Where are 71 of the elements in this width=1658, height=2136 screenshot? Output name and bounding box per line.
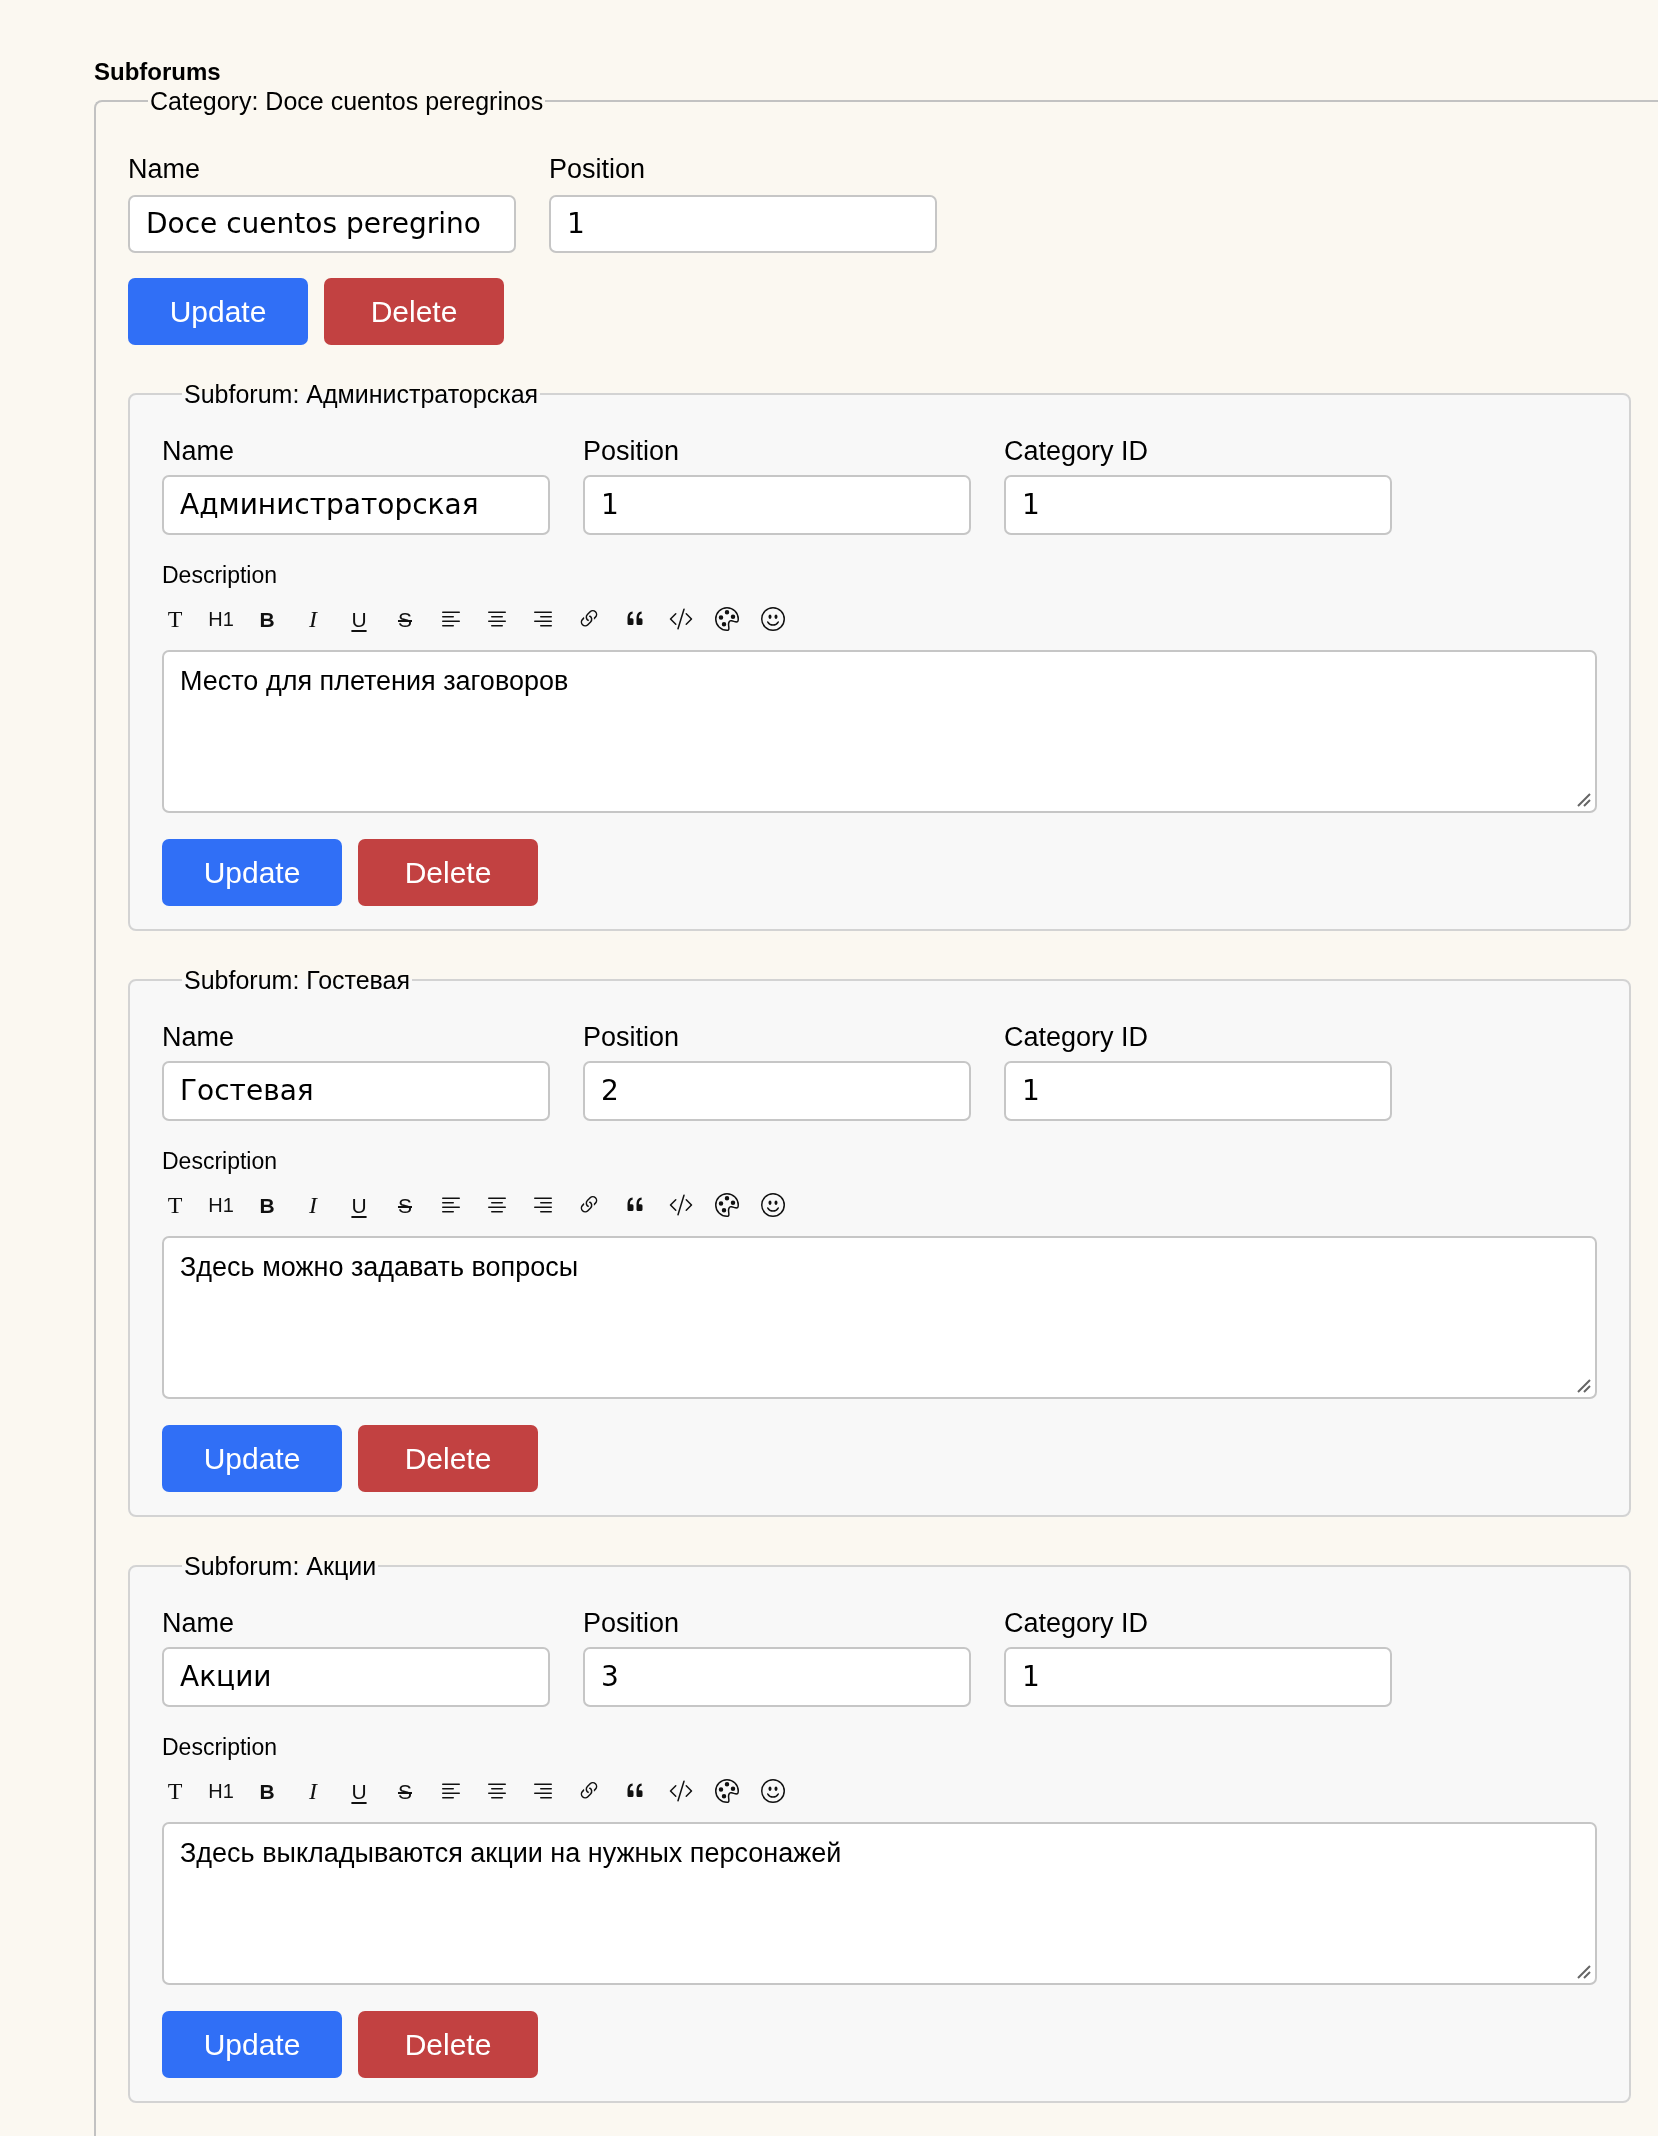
italic-button[interactable]: I: [300, 604, 326, 634]
field-label: Category ID: [1004, 435, 1149, 467]
field-label: Description: [162, 1147, 278, 1175]
field-label: Name: [162, 1021, 235, 1053]
delete-button[interactable]: Delete: [358, 2011, 538, 2078]
palette-icon[interactable]: [715, 1779, 739, 1803]
code-icon[interactable]: [669, 607, 693, 631]
update-button[interactable]: Update: [162, 2011, 342, 2078]
input-field[interactable]: 1: [1004, 1061, 1392, 1121]
update-button[interactable]: Update: [162, 1425, 342, 1492]
bold-button[interactable]: B: [254, 1190, 280, 1220]
input-field[interactable]: 1: [1004, 475, 1392, 535]
field-label: Category ID: [1004, 1021, 1149, 1053]
field-label: Position: [549, 153, 646, 185]
input-field[interactable]: 3: [583, 1647, 971, 1707]
input-field[interactable]: 1: [549, 195, 937, 253]
code-icon[interactable]: [669, 1779, 693, 1803]
input-field[interactable]: Гостевая: [162, 1061, 550, 1121]
underline-button[interactable]: U: [346, 1776, 372, 1806]
plain-text-button[interactable]: T: [162, 604, 188, 634]
field-label: Position: [583, 1021, 680, 1053]
category-legend: Category: Doce cuentos peregrinos: [148, 86, 546, 116]
update-button[interactable]: Update: [128, 278, 308, 345]
code-icon[interactable]: [669, 1193, 693, 1217]
strikethrough-button[interactable]: S: [392, 1190, 418, 1220]
italic-button[interactable]: I: [300, 1190, 326, 1220]
palette-icon[interactable]: [715, 607, 739, 631]
field-label: Position: [583, 435, 680, 467]
bold-button[interactable]: B: [254, 1776, 280, 1806]
plain-text-button[interactable]: T: [162, 1190, 188, 1220]
update-button[interactable]: Update: [162, 839, 342, 906]
subforum-legend: Subforum: Акции: [182, 1551, 379, 1581]
smiley-icon[interactable]: [761, 607, 785, 631]
resize-grip-icon[interactable]: [1577, 793, 1591, 807]
description-field[interactable]: Здесь выкладываются акции на нужных персонажей: [162, 1822, 1597, 1985]
resize-grip-icon[interactable]: [1577, 1965, 1591, 1979]
subforum-legend: Subforum: Администраторская: [182, 379, 541, 409]
input-field[interactable]: Акции: [162, 1647, 550, 1707]
heading-button[interactable]: H1: [208, 604, 234, 634]
delete-button[interactable]: Delete: [358, 839, 538, 906]
section-heading: Subforums: [94, 58, 221, 86]
heading-button[interactable]: H1: [208, 1776, 234, 1806]
input-field[interactable]: 1: [1004, 1647, 1392, 1707]
field-label: Name: [162, 1607, 235, 1639]
field-label: Position: [583, 1607, 680, 1639]
plain-text-button[interactable]: T: [162, 1776, 188, 1806]
strikethrough-button[interactable]: S: [392, 604, 418, 634]
field-label: Name: [162, 435, 235, 467]
strikethrough-button[interactable]: S: [392, 1776, 418, 1806]
subforum-legend: Subforum: Гостевая: [182, 965, 413, 995]
input-field[interactable]: Администраторская: [162, 475, 550, 535]
delete-button[interactable]: Delete: [358, 1425, 538, 1492]
underline-button[interactable]: U: [346, 604, 372, 634]
heading-button[interactable]: H1: [208, 1190, 234, 1220]
smiley-icon[interactable]: [761, 1193, 785, 1217]
field-label: Name: [128, 153, 201, 185]
delete-button[interactable]: Delete: [324, 278, 504, 345]
field-label: Description: [162, 1733, 278, 1761]
bold-button[interactable]: B: [254, 604, 280, 634]
input-field[interactable]: 1: [583, 475, 971, 535]
palette-icon[interactable]: [715, 1193, 739, 1217]
italic-button[interactable]: I: [300, 1776, 326, 1806]
smiley-icon[interactable]: [761, 1779, 785, 1803]
underline-button[interactable]: U: [346, 1190, 372, 1220]
description-field[interactable]: Место для плетения заговоров: [162, 650, 1597, 813]
input-field[interactable]: Doce cuentos peregrino: [128, 195, 516, 253]
input-field[interactable]: 2: [583, 1061, 971, 1121]
field-label: Category ID: [1004, 1607, 1149, 1639]
resize-grip-icon[interactable]: [1577, 1379, 1591, 1393]
field-label: Description: [162, 561, 278, 589]
description-field[interactable]: Здесь можно задавать вопросы: [162, 1236, 1597, 1399]
